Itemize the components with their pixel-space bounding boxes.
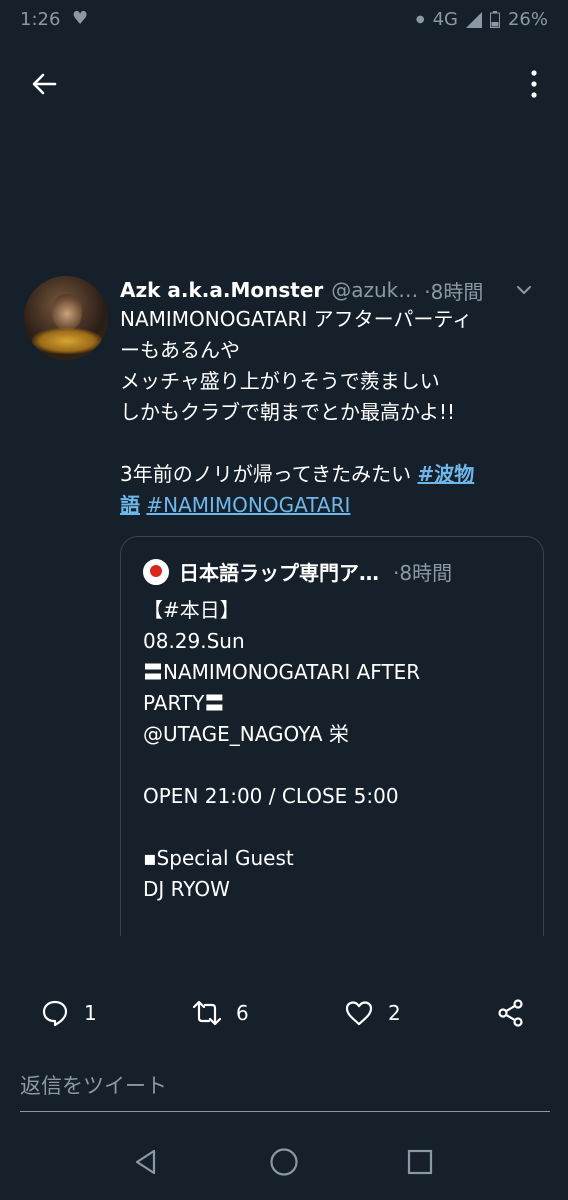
quoted-author-avatar <box>143 558 169 585</box>
quoted-text-line: ▪︎Special Guest <box>143 846 294 870</box>
author-handle[interactable]: @azuk… <box>331 278 418 302</box>
battery-level: 26% <box>507 9 548 30</box>
circle-home-icon <box>270 1148 298 1176</box>
quoted-author-name: 日本語ラップ専門ア… <box>179 561 379 585</box>
quoted-text-line <box>143 750 533 781</box>
tweet-text-line: メッチャ盛り上がりそうで羨ましい <box>120 369 440 393</box>
reply-button[interactable]: 1 <box>40 998 97 1028</box>
status-bar: 1:26 ♥ ● 4G 26% <box>0 0 568 40</box>
tweet-text-line: NAMIMONOGATARI アフターパーティ <box>120 307 473 331</box>
quoted-text-line: 【#本日】 <box>143 598 240 622</box>
hashtag-link[interactable]: #NAMIMONOGATARI <box>146 493 350 517</box>
hashtag-link[interactable]: 語 <box>120 493 140 517</box>
quoted-tweet-text: 【#本日】 08.29.Sun 〓NAMIMONOGATARI AFTER PA… <box>143 595 533 905</box>
quoted-text-line: DJ RYOW <box>143 877 230 901</box>
share-button[interactable] <box>496 998 526 1028</box>
quoted-text-line <box>143 812 533 843</box>
nav-recents-button[interactable] <box>400 1142 440 1182</box>
square-recents-icon <box>407 1149 433 1175</box>
heart-notification-icon: ♥ <box>72 8 89 29</box>
nav-back-button[interactable] <box>126 1142 166 1182</box>
dot-icon: ● <box>415 14 425 25</box>
more-options-button[interactable] <box>522 62 546 106</box>
tweet-text-line <box>120 428 552 459</box>
quoted-text-line: PARTY〓 <box>143 691 225 715</box>
top-app-bar <box>0 52 568 112</box>
author-display-name[interactable]: Azk a.k.a.Monster <box>120 278 323 302</box>
like-count: 2 <box>388 1001 401 1025</box>
battery-icon <box>489 11 500 28</box>
system-navigation-bar <box>0 1120 568 1200</box>
author-avatar[interactable] <box>24 276 108 360</box>
tweet-header: Azk a.k.a.Monster @azuk… ·8時間 <box>120 276 540 304</box>
more-vertical-icon <box>531 70 537 98</box>
quoted-tweet-card[interactable]: 日本語ラップ専門ア… ·8時間 【#本日】 08.29.Sun 〓NAMIMON… <box>120 536 544 936</box>
back-arrow-icon <box>32 73 57 95</box>
retweet-count: 6 <box>236 1001 249 1025</box>
tweet-text-line: しかもクラブで朝までとか最高かよ!! <box>120 400 456 424</box>
retweet-button[interactable]: 6 <box>192 998 249 1028</box>
tweet-actions: 1 6 2 <box>0 990 568 1040</box>
tweet-text-line: ーもあるんや <box>120 338 240 362</box>
tweet-text-line: 語 #NAMIMONOGATARI <box>120 490 552 521</box>
status-indicators: ● 4G 26% <box>416 9 548 30</box>
back-button[interactable] <box>22 62 66 106</box>
quoted-text-line: OPEN 21:00 / CLOSE 5:00 <box>143 784 399 808</box>
tweet-text-segment: 3年前のノリが帰ってきたみたい <box>120 462 418 486</box>
retweet-icon <box>192 1000 222 1026</box>
reply-count: 1 <box>84 1001 97 1025</box>
status-time: 1:26 <box>20 9 61 30</box>
network-type: 4G <box>432 9 458 30</box>
triangle-back-icon <box>135 1149 156 1175</box>
tweet-text-line: 3年前のノリが帰ってきたみたい #波物 <box>120 459 552 490</box>
quoted-text-line: 〓NAMIMONOGATARI AFTER <box>143 660 421 684</box>
like-button[interactable]: 2 <box>344 998 401 1028</box>
nav-home-button[interactable] <box>264 1142 304 1182</box>
quoted-text-line: 08.29.Sun <box>143 629 245 653</box>
heart-icon <box>345 1001 373 1026</box>
share-icon <box>498 999 523 1027</box>
chevron-down-icon[interactable] <box>514 280 534 300</box>
avatar-face <box>52 294 82 330</box>
tweet-detail-screen: 1:26 ♥ ● 4G 26% Azk a.k.a.Monster @azuk…… <box>0 0 568 1200</box>
reply-icon <box>42 1000 68 1027</box>
signal-icon <box>465 11 482 28</box>
quoted-tweet-time: ·8時間 <box>393 561 453 585</box>
quoted-text-line: @UTAGE_NAGOYA 栄 <box>143 722 349 746</box>
reply-input[interactable] <box>20 1068 550 1104</box>
reply-composer <box>20 1068 550 1112</box>
tweet-text: NAMIMONOGATARI アフターパーティ ーもあるんや メッチャ盛り上がり… <box>120 304 552 521</box>
tweet-time[interactable]: ·8時間 <box>424 276 483 305</box>
quoted-tweet-header: 日本語ラップ専門ア… ·8時間 <box>143 557 523 586</box>
hashtag-link[interactable]: #波物 <box>417 462 474 486</box>
